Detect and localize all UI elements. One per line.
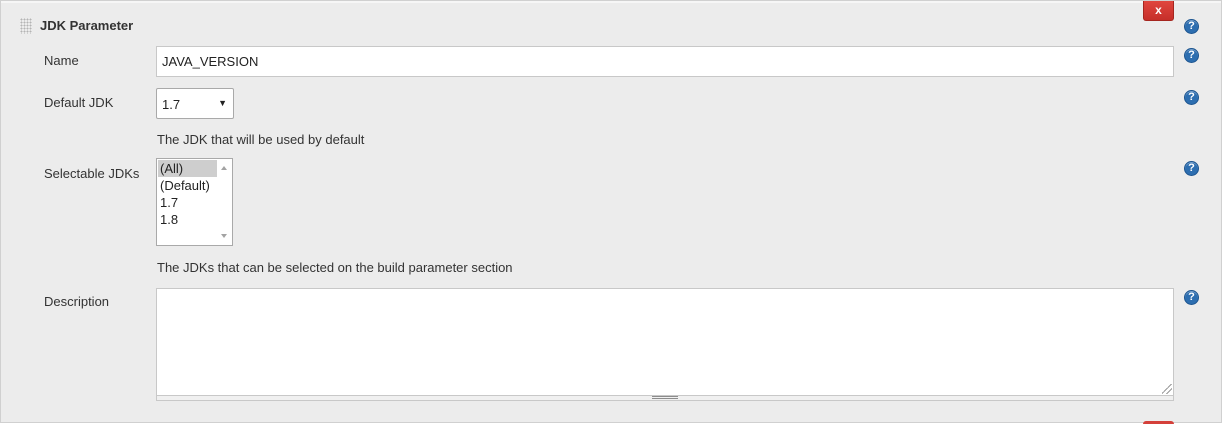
scroll-down-icon[interactable] [221,234,227,238]
listbox-scrollbar[interactable] [217,159,232,245]
list-item-all[interactable]: (All) [158,160,219,177]
default-jdk-hint: The JDK that will be used by default [157,132,365,147]
selectable-jdks-hint: The JDKs that can be selected on the bui… [157,260,513,275]
section-title: JDK Parameter [40,18,134,33]
selectable-jdks-listbox[interactable]: (All) (Default) 1.7 1.8 [156,158,233,246]
drag-handle-icon[interactable] [20,18,32,34]
textarea-resize-bar[interactable] [156,396,1174,401]
default-jdk-label: Default JDK [44,95,114,110]
help-icon-default-jdk[interactable]: ? [1184,90,1199,105]
selectable-jdks-label: Selectable JDKs [44,166,140,181]
jdk-parameter-panel: JDK Parameter x ? Name ? Default JDK 1.7… [0,0,1222,424]
help-icon-name[interactable]: ? [1184,48,1199,63]
chevron-down-icon: ▼ [218,98,227,108]
help-icon-selectable-jdks[interactable]: ? [1184,161,1199,176]
list-item-default[interactable]: (Default) [158,177,219,194]
description-textarea[interactable] [156,288,1174,396]
list-item-1-7[interactable]: 1.7 [158,194,219,211]
help-icon-description[interactable]: ? [1184,290,1199,305]
help-icon-section[interactable]: ? [1184,19,1199,34]
default-jdk-selected-value: 1.7 [162,97,181,112]
delete-parameter-button[interactable]: x [1143,1,1174,21]
description-label: Description [44,294,110,309]
default-jdk-select[interactable]: 1.7 ▼ [156,88,234,119]
scroll-up-icon[interactable] [221,166,227,170]
resize-grip-icon [652,396,678,399]
panel-top-edge [1,1,1221,3]
name-input[interactable] [156,46,1174,77]
list-item-1-8[interactable]: 1.8 [158,211,219,228]
name-label: Name [44,53,79,68]
resize-corner-icon[interactable] [1162,384,1172,394]
